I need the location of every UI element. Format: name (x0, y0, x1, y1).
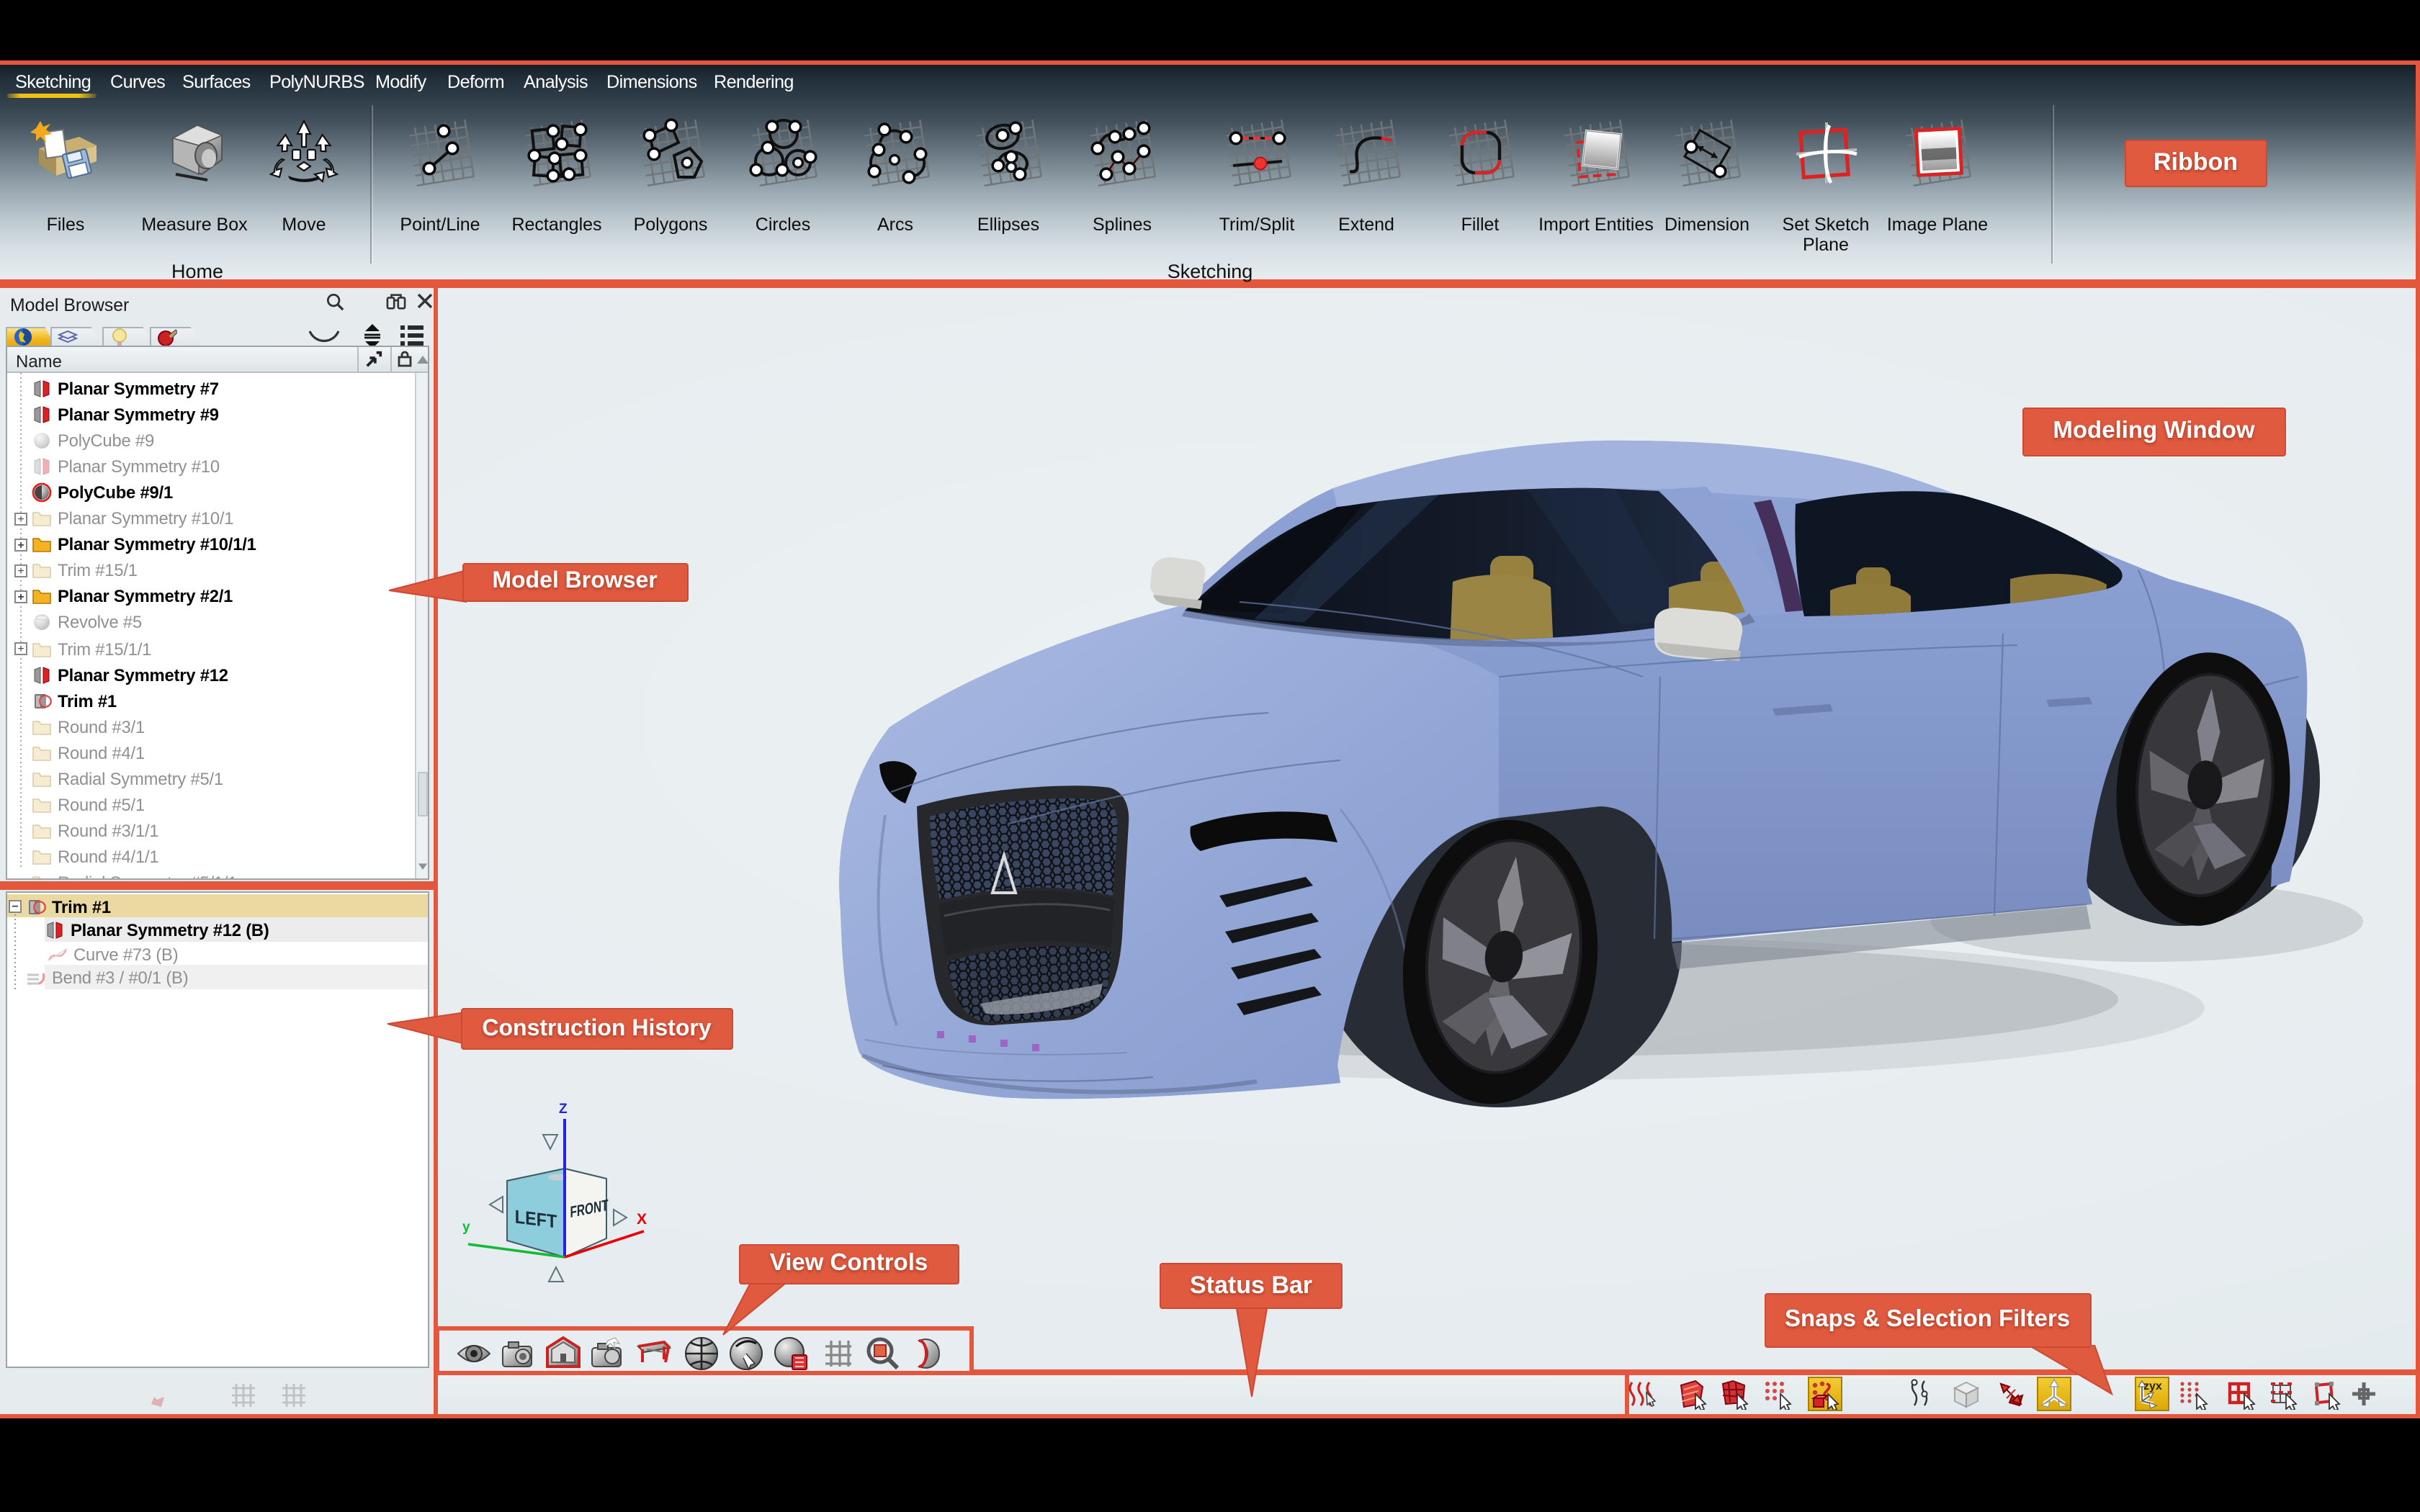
svg-text:zyx: zyx (2143, 1380, 2162, 1392)
svg-text:Z: Z (558, 1102, 567, 1117)
svg-text:X: X (636, 1211, 646, 1228)
svg-text:y: y (462, 1220, 470, 1235)
